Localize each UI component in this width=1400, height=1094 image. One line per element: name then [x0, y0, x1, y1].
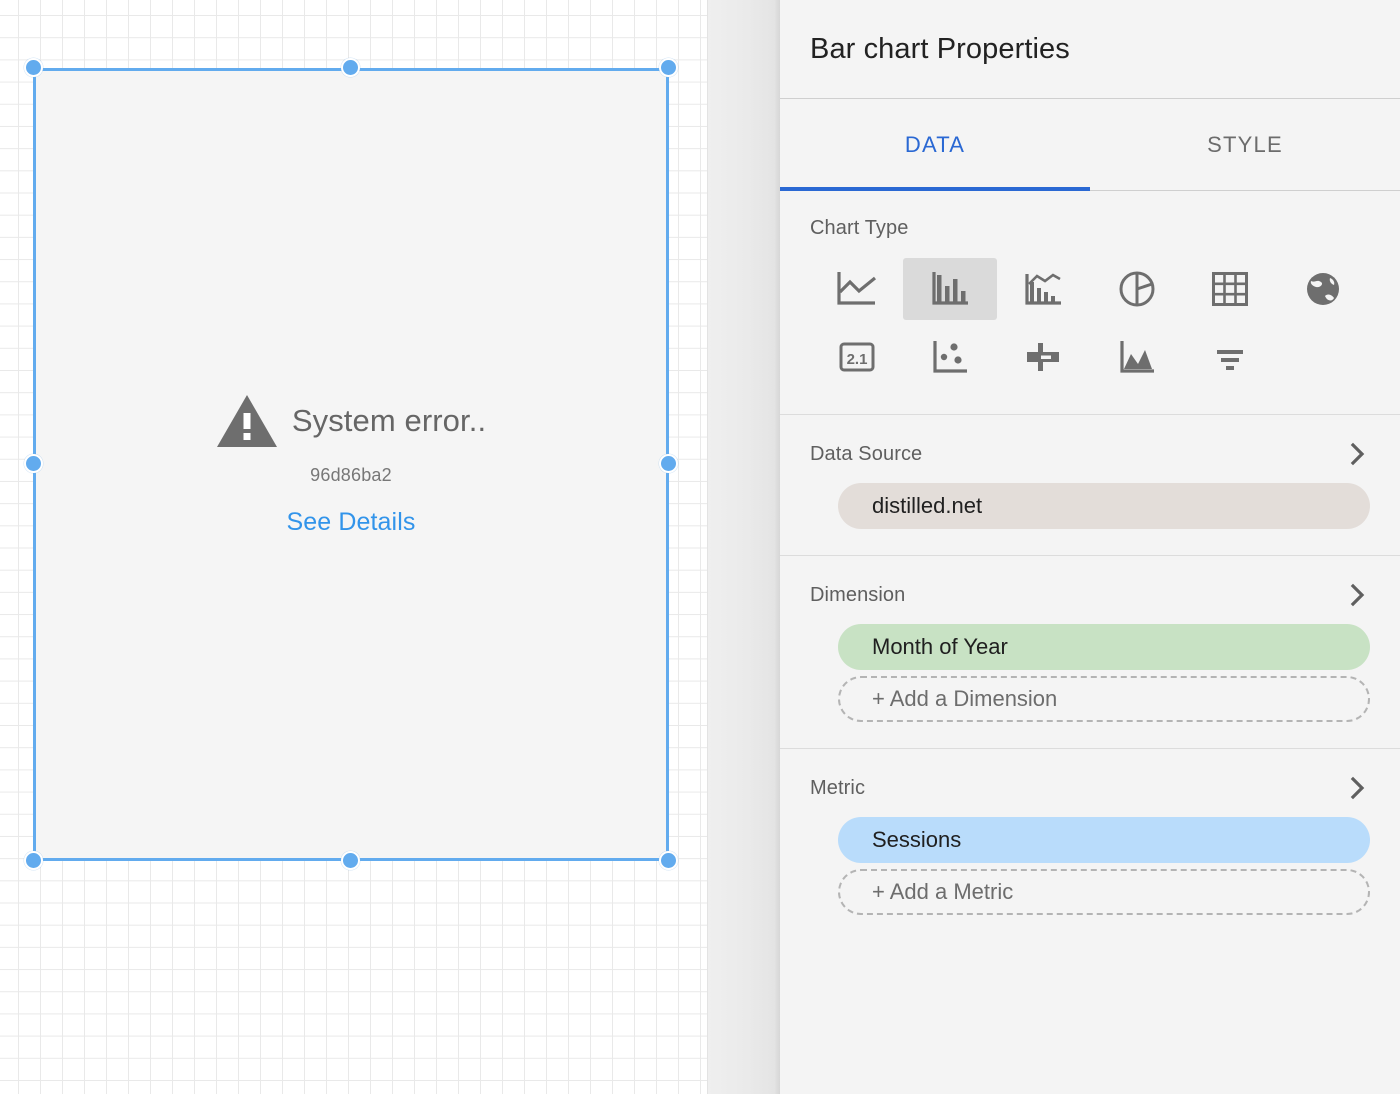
- error-code: 96d86ba2: [310, 464, 392, 485]
- canvas-panel-gutter: [707, 0, 780, 1094]
- chart-error-message: System error.. 96d86ba2 See Details: [33, 68, 669, 861]
- tab-data[interactable]: DATA: [780, 99, 1090, 190]
- data-source-section: Data Source distilled.net: [780, 414, 1400, 555]
- scatter-chart-icon: [933, 341, 967, 373]
- data-source-chip[interactable]: distilled.net: [838, 483, 1370, 529]
- error-title: System error..: [291, 403, 487, 438]
- tab-style[interactable]: STYLE: [1090, 99, 1400, 190]
- properties-panel: Bar chart Properties DATA STYLE Chart Ty…: [780, 0, 1400, 1094]
- page-title: Bar chart Properties: [810, 32, 1070, 65]
- metric-chips: Sessions + Add a Metric: [810, 817, 1370, 915]
- combo-chart-icon: [1025, 273, 1062, 305]
- dimension-section: Dimension Month of Year + Add a Dimensio…: [780, 555, 1400, 748]
- scorecard-icon: 2.1: [839, 342, 875, 372]
- table-icon: [1211, 272, 1248, 306]
- chart-type-pie[interactable]: [1090, 258, 1183, 320]
- chart-type-table[interactable]: [1183, 258, 1276, 320]
- chart-type-scorecard[interactable]: 2.1: [810, 326, 903, 388]
- report-canvas[interactable]: System error.. 96d86ba2 See Details: [0, 0, 707, 1094]
- area-chart-icon: [1120, 341, 1154, 373]
- app-root: System error.. 96d86ba2 See Details Bar …: [0, 0, 1400, 1094]
- chart-type-header: Chart Type: [810, 217, 1370, 240]
- dimension-label: Dimension: [810, 583, 906, 606]
- chart-type-geo[interactable]: [1277, 258, 1370, 320]
- chevron-right-icon[interactable]: [1344, 582, 1370, 608]
- add-metric-button[interactable]: + Add a Metric: [838, 869, 1370, 915]
- chevron-right-icon[interactable]: [1344, 775, 1370, 801]
- metric-header: Metric: [810, 775, 1370, 801]
- chart-type-grid: 2.1: [810, 258, 1370, 388]
- bar-chart-icon: [932, 272, 968, 305]
- chart-type-scatter[interactable]: [903, 326, 996, 388]
- data-source-label: Data Source: [810, 442, 923, 465]
- metric-chip[interactable]: Sessions: [838, 817, 1370, 863]
- bullet-chart-icon: [1027, 343, 1060, 371]
- svg-text:2.1: 2.1: [846, 351, 867, 368]
- line-chart-icon: [837, 272, 876, 305]
- selection-handle-top-right[interactable]: [659, 58, 678, 77]
- warning-triangle-icon: [216, 394, 277, 447]
- selection-handle-top-left[interactable]: [24, 58, 43, 77]
- chart-type-line[interactable]: [810, 258, 903, 320]
- chevron-right-icon[interactable]: [1344, 441, 1370, 467]
- dimension-header: Dimension: [810, 582, 1370, 608]
- chart-type-combo[interactable]: [997, 258, 1090, 320]
- pie-chart-icon: [1119, 271, 1155, 307]
- active-tab-indicator: [780, 187, 1090, 191]
- chart-type-funnel[interactable]: [1183, 326, 1276, 388]
- globe-icon: [1307, 273, 1340, 305]
- metric-section: Metric Sessions + Add a Metric: [780, 748, 1400, 941]
- chart-type-label: Chart Type: [810, 217, 909, 239]
- selection-handle-bottom-center[interactable]: [341, 851, 360, 870]
- filter-funnel-icon: [1216, 350, 1243, 370]
- chart-type-section: Chart Type 2.1: [780, 191, 1400, 414]
- dimension-chips: Month of Year + Add a Dimension: [810, 624, 1370, 722]
- panel-header: Bar chart Properties: [780, 0, 1400, 98]
- metric-label: Metric: [810, 776, 866, 799]
- add-dimension-button[interactable]: + Add a Dimension: [838, 676, 1370, 722]
- dimension-chip[interactable]: Month of Year: [838, 624, 1370, 670]
- chart-type-area[interactable]: [1090, 326, 1183, 388]
- data-source-chips: distilled.net: [810, 483, 1370, 529]
- see-details-link[interactable]: See Details: [287, 508, 416, 537]
- error-headline-row: System error..: [216, 393, 486, 449]
- data-source-header: Data Source: [810, 441, 1370, 467]
- selection-handle-middle-left[interactable]: [24, 454, 43, 473]
- selection-handle-middle-right[interactable]: [659, 454, 678, 473]
- panel-tabs: DATA STYLE: [780, 98, 1400, 191]
- chart-type-bar[interactable]: [903, 258, 997, 320]
- selection-handle-bottom-right[interactable]: [659, 851, 678, 870]
- selection-handle-bottom-left[interactable]: [24, 851, 43, 870]
- chart-type-bullet[interactable]: [997, 326, 1090, 388]
- selection-handle-top-center[interactable]: [341, 58, 360, 77]
